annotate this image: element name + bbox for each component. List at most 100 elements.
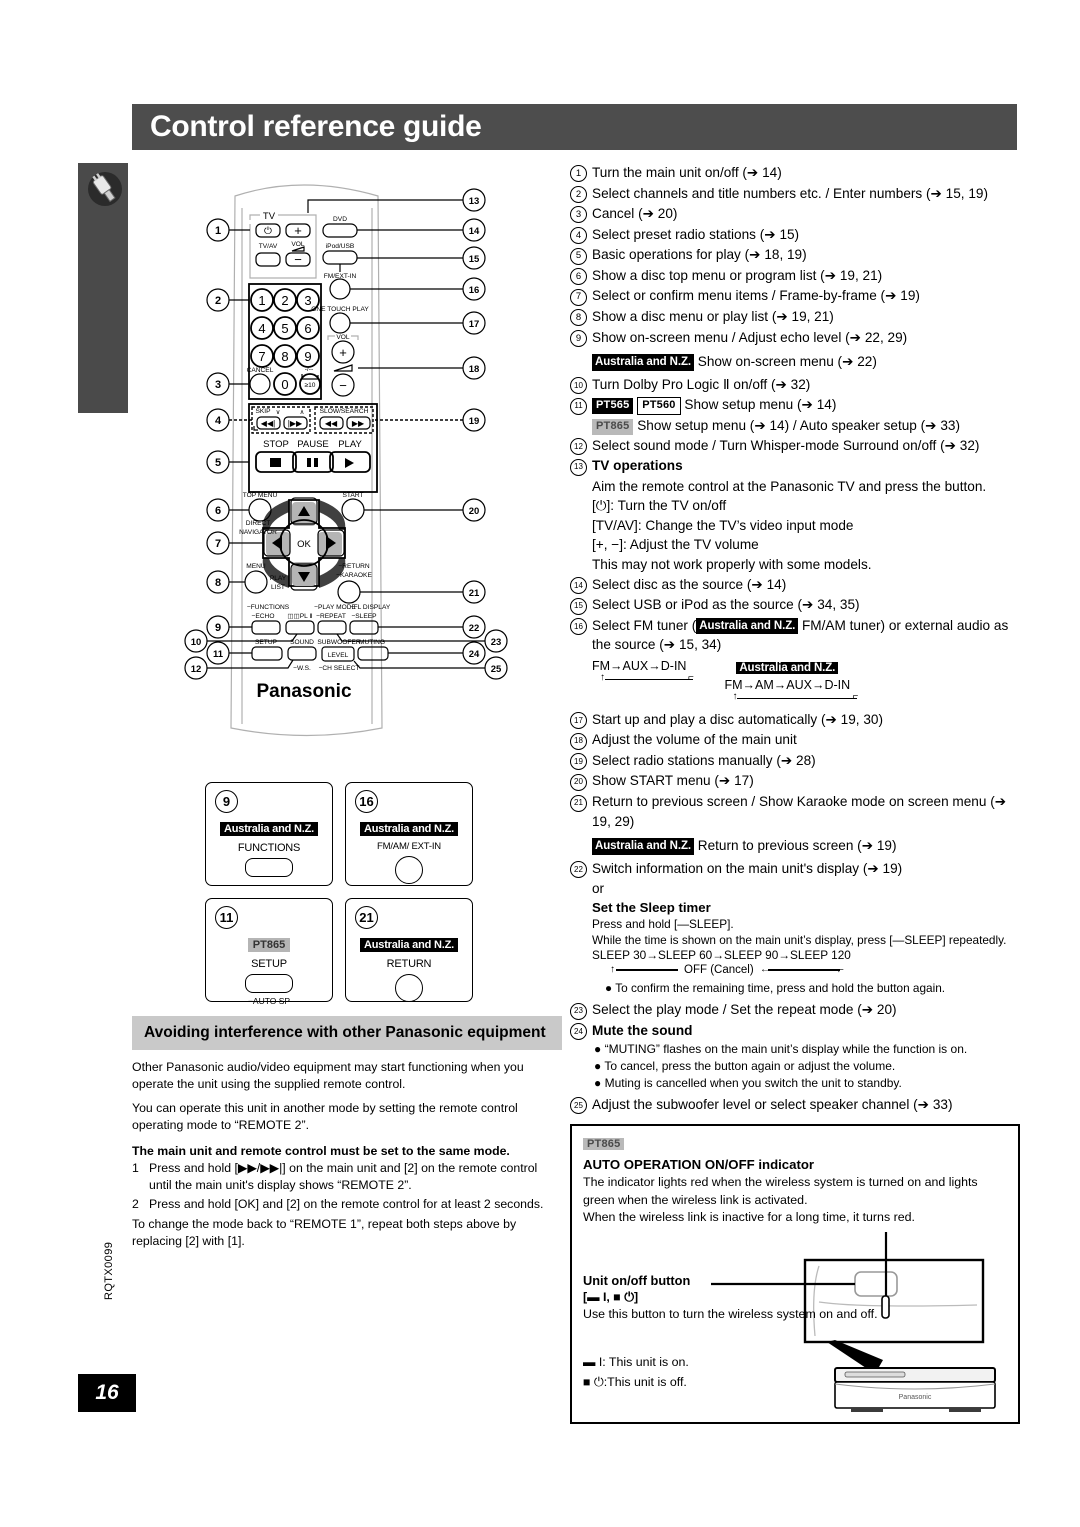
bullet-text: “MUTING” flashes on the main unit’s disp… bbox=[604, 1042, 968, 1057]
svg-text:12: 12 bbox=[191, 664, 202, 675]
fm-am-ext-in-button[interactable] bbox=[395, 855, 423, 884]
pt865-info-box: PT865 AUTO OPERATION ON/OFF indicator Th… bbox=[570, 1124, 1020, 1424]
region-note-text: Show on-screen menu (➔ 22) bbox=[697, 354, 877, 370]
list-item: 21 Return to previous screen / Show Karao… bbox=[570, 792, 1020, 831]
svg-text:8: 8 bbox=[281, 349, 288, 364]
svg-text:∧: ∧ bbox=[300, 409, 305, 416]
svg-text:LIST: LIST bbox=[271, 584, 285, 591]
variant-box: 21 Australia and N.Z. RETURN bbox=[345, 898, 473, 1002]
svg-text:TV: TV bbox=[263, 211, 276, 222]
item-text: Select radio stations manually (➔ 28) bbox=[592, 752, 816, 768]
item-text: Basic operations for play (➔ 18, 19) bbox=[592, 247, 807, 263]
callout-number: 14 bbox=[570, 577, 587, 595]
svg-text:13: 13 bbox=[469, 196, 480, 207]
list-item: 6 Show a disc top menu or program list (➔… bbox=[570, 266, 1020, 286]
svg-text:5: 5 bbox=[215, 457, 221, 469]
sleep-timer-title: Set the Sleep timer bbox=[592, 899, 711, 915]
left-column: .ln{stroke:#000;stroke-width:1.2;fill:no… bbox=[132, 168, 562, 1250]
callout-number: 2 bbox=[570, 185, 587, 203]
svg-text:4: 4 bbox=[258, 321, 265, 336]
plug-icon bbox=[84, 168, 126, 210]
sleep-loop-label: OFF (Cancel) bbox=[684, 964, 754, 977]
svg-text:2: 2 bbox=[215, 295, 221, 307]
svg-text:7: 7 bbox=[215, 538, 221, 550]
svg-text:−SLEEP: −SLEEP bbox=[351, 613, 377, 620]
svg-text:6: 6 bbox=[215, 505, 221, 517]
region-tag: Australia and N.Z. bbox=[592, 838, 694, 855]
callout-number: 15 bbox=[570, 597, 587, 615]
sleep-timer-bullet: ● To confirm the remaining time, press a… bbox=[592, 981, 1020, 997]
item-text: Select USB or iPod as the source (➔ 34, … bbox=[592, 597, 860, 613]
interference-paragraph: You can operate this unit in another mod… bbox=[132, 1101, 518, 1133]
callout-number: 5 bbox=[570, 247, 587, 265]
callout-number: 12 bbox=[570, 438, 587, 456]
bullet-dot: ● bbox=[594, 1059, 602, 1074]
svg-text:−ECHO: −ECHO bbox=[252, 613, 275, 620]
svg-text:PLAY: PLAY bbox=[270, 575, 287, 582]
unit-button-symbols: [▬ I, ■ ⏻] bbox=[583, 1290, 639, 1305]
unit-illustration: Panasonic Unit on/off button [▬ I, ■ ⏻] … bbox=[583, 1231, 1007, 1412]
svg-text:9: 9 bbox=[215, 622, 221, 634]
flow-default: FM→AUX→D-IN ↑ ⌐ bbox=[592, 658, 694, 683]
bullet-text: To confirm the remaining time, press and… bbox=[615, 981, 946, 996]
flow-australia-nz: Australia and N.Z. FM→AM→AUX→D-IN ↑ ⌐ bbox=[724, 661, 859, 702]
item-text: Show on-screen menu / Adjust echo level … bbox=[592, 329, 908, 345]
model-badge: PT865 bbox=[247, 938, 291, 952]
item-text: Show START menu (➔ 17) bbox=[592, 773, 754, 789]
list-item-16: 16 Select FM tuner (Australia and N.Z. F… bbox=[570, 616, 1020, 655]
model-badge-pt865: PT865 bbox=[583, 1138, 625, 1151]
step-number: 1 bbox=[132, 1161, 139, 1176]
svg-text:19: 19 bbox=[469, 416, 480, 427]
item-text: Select channels and title numbers etc. /… bbox=[592, 185, 988, 201]
callout-number: 6 bbox=[570, 268, 587, 286]
item-text: Cancel (➔ 20) bbox=[592, 206, 678, 222]
sleep-timer-loop: ↑ OFF (Cancel) ← ⌐ bbox=[592, 964, 1020, 979]
svg-text:6: 6 bbox=[304, 321, 311, 336]
document-code: RQTX0099 bbox=[103, 1241, 115, 1300]
svg-text:10: 10 bbox=[191, 637, 202, 648]
page-title: Control reference guide bbox=[150, 110, 482, 143]
return-button[interactable] bbox=[395, 973, 423, 1002]
state-off-label: ■ ⏻:This unit is off. bbox=[583, 1374, 687, 1389]
setup-button[interactable] bbox=[245, 973, 293, 993]
svg-text:23: 23 bbox=[491, 637, 502, 648]
sleep-timer-line: While the time is shown on the main unit… bbox=[592, 932, 1007, 947]
item16-pre: Select FM tuner ( bbox=[592, 617, 697, 633]
callout-number: 20 bbox=[570, 773, 587, 791]
variant-callout-number: 9 bbox=[215, 790, 238, 813]
svg-text:SUBWOOFER: SUBWOOFER bbox=[317, 639, 360, 646]
list-item: 5 Basic operations for play (➔ 18, 19) bbox=[570, 245, 1020, 265]
pt865-heading: AUTO OPERATION ON/OFF indicator bbox=[583, 1157, 815, 1173]
svg-text:−: − bbox=[339, 378, 347, 393]
interference-tail: To change the mode back to “REMOTE 1”, r… bbox=[132, 1217, 517, 1249]
item24-title: Mute the sound bbox=[592, 1022, 693, 1038]
svg-text:3: 3 bbox=[304, 293, 311, 308]
item-text: Return to previous screen / Show Karaoke… bbox=[592, 794, 1007, 829]
svg-text:3: 3 bbox=[215, 379, 221, 391]
svg-text:SETUP: SETUP bbox=[255, 639, 278, 646]
flow-sequence: FM→AM→AUX→D-IN bbox=[724, 677, 851, 692]
item-text: Select the play mode / Set the repeat mo… bbox=[592, 1002, 897, 1018]
callout-number: 24 bbox=[570, 1023, 587, 1041]
interference-paragraph: Other Panasonic audio/video equipment ma… bbox=[132, 1060, 524, 1092]
item-text: Show a disc top menu or program list (➔ … bbox=[592, 267, 883, 283]
svg-text:9: 9 bbox=[304, 349, 311, 364]
svg-text:7: 7 bbox=[258, 349, 265, 364]
item21-region-note: Australia and N.Z. Return to previous sc… bbox=[570, 836, 1020, 856]
list-item: 10 Turn Dolby Pro Logic Ⅱ on/off (➔ 32) bbox=[570, 375, 1020, 395]
item9-region-note: Australia and N.Z. Show on-screen menu (… bbox=[570, 352, 1020, 372]
callout-number: 18 bbox=[570, 732, 587, 750]
item-text: Adjust the subwoofer level or select spe… bbox=[592, 1096, 953, 1112]
item24-bullet: ● “MUTING” flashes on the main unit’s di… bbox=[570, 1041, 1020, 1058]
svg-text:−: − bbox=[294, 252, 302, 267]
variant-callout-number: 11 bbox=[215, 906, 238, 929]
variant-box: 9 Australia and N.Z. FUNCTIONS bbox=[205, 782, 333, 886]
region-tag: Australia and N.Z. bbox=[360, 822, 458, 836]
interference-body: Other Panasonic audio/video equipment ma… bbox=[132, 1059, 562, 1134]
functions-button[interactable] bbox=[245, 857, 293, 877]
bullet-text: Muting is cancelled when you switch the … bbox=[604, 1076, 902, 1091]
step-number: 2 bbox=[132, 1197, 139, 1212]
variant-box: 11 PT865 SETUP −AUTO SP bbox=[205, 898, 333, 1006]
svg-text:1: 1 bbox=[258, 293, 265, 308]
item24-bullet: ● To cancel, press the button again or a… bbox=[570, 1058, 1020, 1075]
